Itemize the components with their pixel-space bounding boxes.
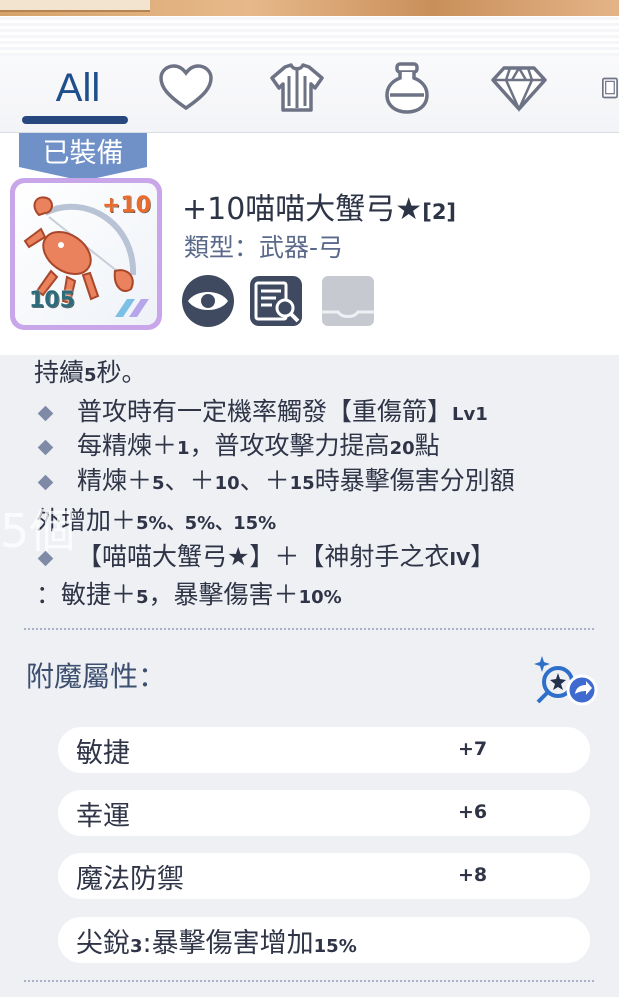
equipped-badge: 已裝備	[19, 133, 147, 181]
scene-background-strip	[0, 0, 619, 16]
enchant-special-row: 尖銳3:暴擊傷害增加15%	[58, 917, 590, 963]
active-tab-indicator	[22, 116, 128, 124]
attribute-name: 魔法防禦	[76, 864, 184, 895]
attribute-value: +7	[458, 738, 488, 760]
slot-indicator-icon	[115, 299, 149, 317]
magic-wand-share-icon	[534, 656, 598, 706]
inspect-button[interactable]	[248, 274, 304, 328]
card-icon	[602, 77, 618, 99]
bullet-diamond-icon	[37, 439, 54, 455]
effect-line-3: 精煉＋5、＋10、＋15時暴擊傷害分別額	[37, 461, 515, 497]
enchant-attribute-row: 幸運 +6	[58, 790, 590, 836]
tab-potion[interactable]	[378, 58, 436, 118]
inspect-details-icon	[250, 276, 302, 326]
attribute-value: +6	[458, 801, 488, 823]
tab-heart[interactable]	[155, 58, 217, 118]
bullet-diamond-icon	[37, 405, 54, 421]
gem-icon	[491, 66, 547, 112]
attribute-name: 敏捷	[76, 738, 130, 769]
description-line-duration: 持續5秒。	[34, 358, 147, 387]
tab-card[interactable]	[600, 58, 619, 118]
item-level: 105	[29, 288, 75, 313]
enchant-transfer-button[interactable]	[532, 650, 602, 710]
set-bonus-line-cont: ：敏捷＋5，暴擊傷害＋10%	[36, 580, 342, 609]
potion-icon	[385, 62, 429, 114]
effect-line-1: 普攻時有一定機率觸發【重傷箭】Lv1	[37, 392, 488, 428]
enchant-attribute-row: 敏捷 +7	[58, 727, 590, 773]
attribute-name: 幸運	[76, 801, 130, 832]
item-name: +10喵喵大蟹弓★[2]	[182, 192, 457, 227]
tab-armor[interactable]	[266, 58, 328, 118]
divider	[24, 628, 594, 630]
refine-level: +10	[101, 193, 151, 218]
attribute-value: +8	[458, 864, 488, 886]
tray-icon	[322, 276, 374, 326]
special-enchant-text: 尖銳3:暴擊傷害增加15%	[76, 928, 357, 959]
item-icon-frame[interactable]: +10 105	[10, 178, 162, 330]
divider	[24, 980, 594, 982]
enchant-title: 附魔屬性：	[26, 660, 167, 693]
set-bonus-line: 【喵喵大蟹弓★】＋【神射手之衣IV】	[37, 537, 495, 573]
heart-icon	[159, 64, 213, 111]
item-type: 類型：武器-弓	[184, 233, 344, 262]
tab-all[interactable]: All	[38, 58, 118, 118]
category-tab-bar: All	[0, 16, 619, 133]
tab-all-label: All	[55, 65, 101, 110]
preview-button[interactable]	[180, 274, 236, 328]
bullet-diamond-icon	[37, 550, 54, 566]
view-eye-icon	[182, 275, 234, 327]
storage-button[interactable]	[320, 274, 376, 328]
effect-line-2: 每精煉＋1，普攻攻擊力提高20點	[37, 426, 440, 462]
enchant-attribute-row: 魔法防禦 +8	[58, 853, 590, 899]
equipped-label: 已裝備	[19, 133, 147, 169]
bullet-diamond-icon	[37, 474, 54, 490]
armor-icon	[270, 63, 324, 112]
tab-gem[interactable]	[488, 58, 550, 118]
